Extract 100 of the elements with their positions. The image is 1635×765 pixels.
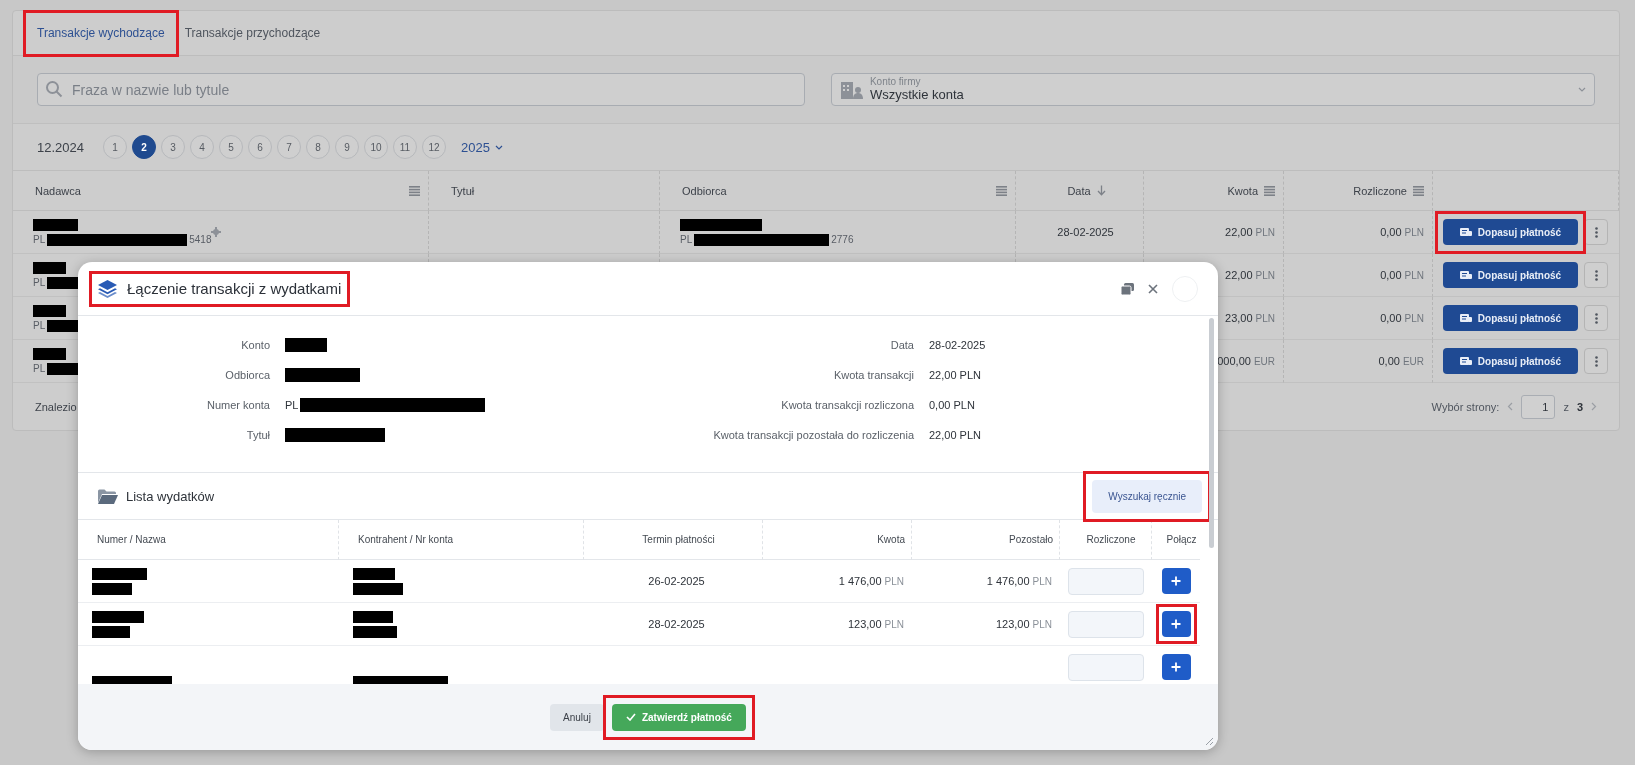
account-prefix: PL <box>33 320 46 331</box>
restore-window-button[interactable] <box>1121 282 1134 295</box>
field-label: Numer konta <box>206 398 270 413</box>
folder-icon <box>98 488 118 504</box>
amount-text: 123,00 <box>995 618 1030 630</box>
field-value: 22,00 PLN <box>929 368 982 383</box>
more-options-button[interactable] <box>1584 348 1608 374</box>
month-button[interactable]: 5 <box>219 135 243 159</box>
more-options-button[interactable] <box>1584 262 1608 288</box>
close-button[interactable] <box>1148 283 1158 294</box>
arrow-down-icon <box>1096 185 1106 196</box>
month-button[interactable]: 1 <box>103 135 127 159</box>
column-label: Kwota <box>1227 184 1258 197</box>
month-button[interactable]: 6 <box>248 135 272 159</box>
add-button[interactable] <box>1161 611 1191 637</box>
more-options-button[interactable] <box>1584 219 1608 245</box>
due-date: 26-02-2025 <box>648 575 705 587</box>
month-button[interactable]: 7 <box>277 135 301 159</box>
settled-amount-field[interactable] <box>1068 567 1144 595</box>
account-prefix: PL <box>285 399 299 411</box>
field-value: 0,00 PLN <box>929 398 976 413</box>
account-prefix: PL <box>680 234 693 245</box>
column-label: Tytuł <box>451 184 475 197</box>
year-dropdown[interactable]: 2025 <box>461 139 503 155</box>
field-value: 28-02-2025 <box>929 338 987 353</box>
column-label: Nadawca <box>35 184 81 197</box>
account-suffix: 5418 <box>189 234 212 245</box>
currency-text: EUR <box>1402 355 1424 367</box>
currency-text: PLN <box>1032 575 1052 587</box>
plus-icon <box>1171 576 1181 586</box>
field-label: Konto <box>240 338 270 353</box>
select-label: Konto firmy <box>869 77 922 88</box>
match-payment-button[interactable]: Dopasuj płatność <box>1443 262 1578 288</box>
account-select[interactable]: Konto firmy Wszystkie konta <box>830 73 1595 106</box>
dialog-title: Łączenie transakcji z wydatkami <box>127 280 342 297</box>
column-label: Odbiorca <box>682 184 727 197</box>
redaction-block <box>33 347 66 360</box>
amount-text: 1 476,00 <box>838 575 882 587</box>
amount-text: 0,00 <box>1380 312 1402 324</box>
month-button[interactable]: 11 <box>393 135 417 159</box>
currency-text: PLN <box>884 575 904 587</box>
field-label: Odbiorca <box>224 368 270 383</box>
settled-amount-field[interactable] <box>1068 610 1144 638</box>
currency-text: PLN <box>1255 269 1275 281</box>
month-button[interactable]: 12 <box>422 135 446 159</box>
window-stack-icon <box>1121 282 1134 295</box>
redaction-block <box>33 304 66 317</box>
column-header: Kontrahent / Nr konta <box>339 520 584 560</box>
due-date: 28-02-2025 <box>648 618 705 630</box>
amount-text: 000,00 <box>1217 355 1251 367</box>
column-label: Data <box>1067 184 1091 197</box>
add-button[interactable] <box>1161 568 1191 594</box>
search-field[interactable]: Fraza w nazwie lub tytule <box>37 73 805 106</box>
amount-text: 22,00 <box>1225 226 1253 238</box>
tab[interactable]: Transakcje przychodzące <box>184 26 321 40</box>
redaction-block <box>92 625 130 638</box>
currency-text: PLN <box>1255 226 1275 238</box>
page-field[interactable]: 1 <box>1521 394 1556 419</box>
month-button[interactable]: 9 <box>335 135 359 159</box>
kebab-icon <box>1594 355 1598 367</box>
resize-grip-icon <box>1205 737 1214 746</box>
currency-text: PLN <box>1404 269 1424 281</box>
month-button[interactable]: 10 <box>364 135 388 159</box>
currency-text: PLN <box>884 618 904 630</box>
month-button[interactable]: 3 <box>161 135 185 159</box>
confirm-payment-button[interactable]: Zatwierdź płatność <box>611 703 746 731</box>
redaction-block <box>353 567 395 580</box>
chevron-left-icon <box>1507 402 1514 411</box>
cancel-button[interactable]: Anuluj <box>550 703 604 731</box>
menu-lines-icon <box>1264 185 1275 196</box>
match-payment-button[interactable]: Dopasuj płatność <box>1443 305 1578 331</box>
receipt-icon <box>1459 313 1472 323</box>
receipt-icon <box>1459 270 1472 280</box>
chevron-right-icon <box>1591 402 1597 411</box>
month-button[interactable]: 4 <box>190 135 214 159</box>
more-options-button[interactable] <box>1584 305 1608 331</box>
match-payment-button[interactable]: Dopasuj płatność <box>1443 348 1578 374</box>
chevron-down-icon <box>494 144 503 150</box>
add-button[interactable] <box>1161 654 1191 680</box>
field-label: Data <box>889 338 914 353</box>
currency-text: PLN <box>1255 312 1275 324</box>
amount-text: 0,00 <box>1380 226 1402 238</box>
tab[interactable]: Transakcje wychodzące <box>37 26 165 40</box>
kebab-icon <box>1594 312 1598 324</box>
page-of: z <box>1563 400 1569 413</box>
match-payment-button[interactable]: Dopasuj płatność <box>1443 219 1578 245</box>
account-prefix: PL <box>33 277 46 288</box>
month-button[interactable]: 2 <box>132 135 156 159</box>
settled-amount-field[interactable] <box>1068 653 1144 681</box>
check-icon <box>625 713 636 721</box>
manual-search-button[interactable]: Wyszukaj ręcznie <box>1092 479 1202 513</box>
plus-icon <box>1171 619 1181 629</box>
amount-text: 23,00 <box>1225 312 1253 324</box>
results-count: Znalezio <box>35 400 77 413</box>
kebab-icon <box>1594 226 1598 238</box>
redaction-block <box>33 218 78 231</box>
column-header: Termin płatności <box>584 520 763 560</box>
chevron-down-icon <box>1578 87 1586 92</box>
month-button[interactable]: 8 <box>306 135 330 159</box>
account-prefix: PL <box>33 363 46 374</box>
